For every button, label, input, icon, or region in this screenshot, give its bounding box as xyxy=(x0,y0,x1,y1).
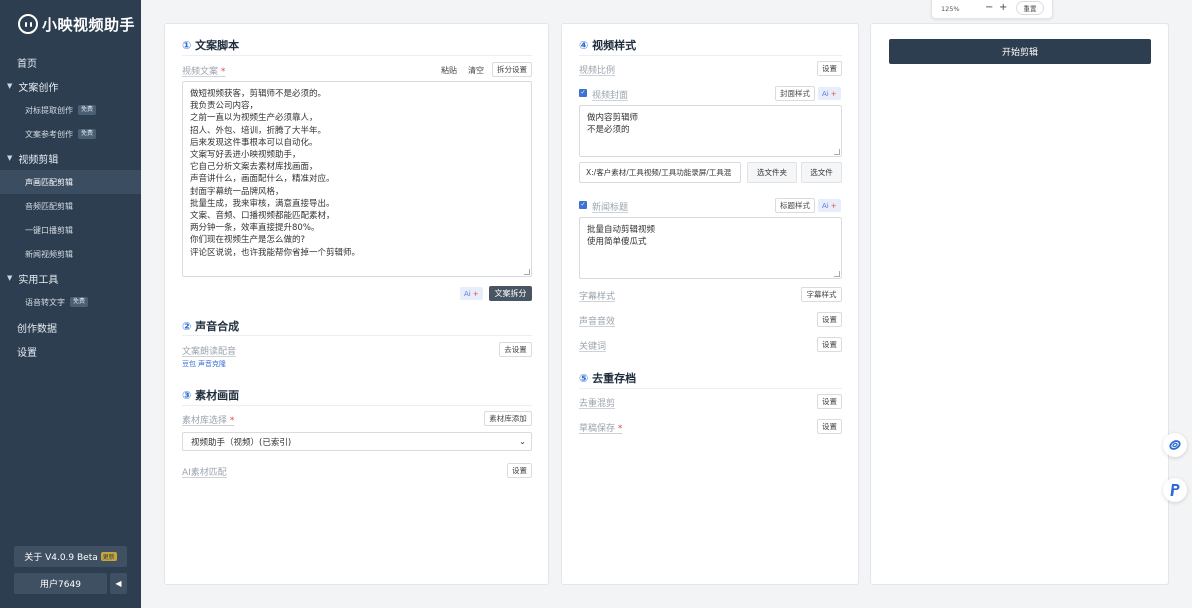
ratio-settings-button[interactable]: 设置 xyxy=(817,61,842,76)
update-badge: 更新 xyxy=(100,552,117,561)
sfx-settings-button[interactable]: 设置 xyxy=(817,312,842,327)
voice-settings-button[interactable]: 去设置 xyxy=(499,342,532,357)
cover-textarea[interactable]: 做内容剪辑师 不是必须的 xyxy=(579,105,842,157)
ai-badge[interactable]: Ai + xyxy=(818,87,841,100)
path-input[interactable]: X:/客户素材/工具视频/工具功能录屏/工具混 xyxy=(579,162,741,183)
choose-file-button[interactable]: 选文件 xyxy=(801,162,842,183)
zoom-level: 125% xyxy=(941,5,960,13)
free-tag: 免费 xyxy=(78,129,97,139)
divider xyxy=(182,55,532,56)
user-row: 用户7649 ◀ xyxy=(14,573,127,594)
resize-grip-icon[interactable] xyxy=(834,149,840,155)
nav-group-video-edit[interactable]: ▼ 视频剪辑 xyxy=(0,146,141,170)
app-title: 小映视频助手 xyxy=(42,15,136,34)
dedup-label: 去重混剪 xyxy=(579,399,616,409)
voice-link-doubao[interactable]: 豆包 xyxy=(182,359,196,369)
nav-speech-to-text[interactable]: 语音转文字 免费 xyxy=(0,290,141,314)
panel-script: ① 文案脚本 视频文案 * 粘贴 清空 拆分设置 做短视频获客，剪辑师不是必须的… xyxy=(164,23,549,585)
library-select[interactable]: 视频助手（视频）(已索引) ⌄ xyxy=(182,432,532,451)
section-title-voice: ② 声音合成 xyxy=(182,320,240,333)
keyword-label: 关键词 xyxy=(579,342,607,352)
zoom-in-button[interactable]: + xyxy=(999,2,1007,13)
cover-style-button[interactable]: 封面样式 xyxy=(775,86,815,101)
dedup-settings-button[interactable]: 设置 xyxy=(817,394,842,409)
nav-one-click-talk[interactable]: 一键口播剪辑 xyxy=(0,218,141,242)
nav-reference-copy[interactable]: 文案参考创作 免费 xyxy=(0,122,141,146)
free-tag: 免费 xyxy=(78,105,97,115)
chevron-down-icon: ⌄ xyxy=(519,437,526,446)
ai-badge[interactable]: Ai + xyxy=(818,199,841,212)
cover-checkbox[interactable]: ✓ xyxy=(579,89,587,97)
subtitle-style-button[interactable]: 字幕样式 xyxy=(801,287,842,302)
news-title-textarea[interactable]: 批量自动剪辑视频 使用简单傻瓜式 xyxy=(579,217,842,279)
subtitle-label: 字幕样式 xyxy=(579,292,616,302)
link-icon[interactable] xyxy=(1163,433,1187,457)
panel-video-style: ④ 视频样式 视频比例 设置 ✓ 视频封面 封面样式 Ai + 做内容剪辑师 不是… xyxy=(561,23,859,585)
free-tag: 免费 xyxy=(70,297,89,307)
draft-settings-button[interactable]: 设置 xyxy=(817,419,842,434)
panel-actions: 开始剪辑 xyxy=(870,23,1169,585)
nav-home[interactable]: 首页 xyxy=(0,50,141,74)
news-title-label: 新闻标题 xyxy=(592,203,629,213)
resize-grip-icon[interactable] xyxy=(834,271,840,277)
nav-group-tools[interactable]: ▼ 实用工具 xyxy=(0,266,141,290)
nav-audio-visual-match[interactable]: 声画匹配剪辑 xyxy=(0,170,141,194)
brand: 小映视频助手 xyxy=(0,0,141,48)
section-title-script: ① 文案脚本 xyxy=(182,39,240,52)
split-script-button[interactable]: 文案拆分 xyxy=(489,286,532,301)
script-textarea[interactable]: 做短视频获客，剪辑师不是必须的。 我负责公司内容， 之前一直以为视频生产必须靠人… xyxy=(182,81,532,277)
ai-match-label: AI素材匹配 xyxy=(182,468,227,478)
nav-settings[interactable]: 设置 xyxy=(0,339,141,363)
zoom-out-button[interactable]: − xyxy=(985,2,993,13)
about-button[interactable]: 关于 V4.0.9 Beta 更新 xyxy=(14,546,127,567)
app-logo-icon xyxy=(18,14,38,34)
caret-down-icon: ▼ xyxy=(7,154,13,162)
news-title-checkbox[interactable]: ✓ xyxy=(579,201,587,209)
voice-link-clone[interactable]: 声音克隆 xyxy=(198,359,226,369)
nav-creation-data[interactable]: 创作数据 xyxy=(0,315,141,339)
sidebar: 小映视频助手 首页 ▼ 文案创作 对标提取创作 免费 文案参考创作 免费 ▼ 视频剪辑 … xyxy=(0,0,141,608)
zoom-bar: 125% − + 重置 xyxy=(931,0,1053,19)
nav-news-video[interactable]: 新闻视频剪辑 xyxy=(0,242,141,266)
library-label: 素材库选择 * xyxy=(182,416,235,426)
divider xyxy=(182,335,532,336)
cover-label: 视频封面 xyxy=(592,91,629,101)
sfx-label: 声音音效 xyxy=(579,317,616,327)
caret-down-icon: ▼ xyxy=(7,274,13,282)
zoom-reset-button[interactable]: 重置 xyxy=(1016,1,1044,15)
user-button[interactable]: 用户7649 xyxy=(14,573,107,594)
nav-benchmark-extract[interactable]: 对标提取创作 免费 xyxy=(0,98,141,122)
clear-button[interactable]: 清空 xyxy=(468,65,484,76)
divider xyxy=(182,405,532,406)
draft-label: 草稿保存 * xyxy=(579,424,623,434)
ai-badge[interactable]: Ai + xyxy=(460,287,483,300)
sidebar-bottom: 关于 V4.0.9 Beta 更新 用户7649 ◀ xyxy=(14,546,127,594)
split-settings-button[interactable]: 拆分设置 xyxy=(492,62,532,77)
choose-folder-button[interactable]: 选文件夹 xyxy=(747,162,797,183)
script-label: 视频文案 * xyxy=(182,67,226,77)
caret-down-icon: ▼ xyxy=(7,82,13,90)
paste-button[interactable]: 粘贴 xyxy=(441,65,457,76)
voice-label: 文案朗读配音 xyxy=(182,347,237,357)
ai-match-settings-button[interactable]: 设置 xyxy=(507,463,532,478)
section-title-style: ④ 视频样式 xyxy=(579,39,637,52)
nav-group-copywriting[interactable]: ▼ 文案创作 xyxy=(0,74,141,98)
paypal-icon[interactable] xyxy=(1163,478,1187,502)
section-title-dedup: ⑤ 去重存档 xyxy=(579,372,637,385)
start-edit-button[interactable]: 开始剪辑 xyxy=(889,39,1151,64)
nav-audio-match[interactable]: 音频匹配剪辑 xyxy=(0,194,141,218)
collapse-sidebar-icon[interactable]: ◀ xyxy=(110,573,127,594)
title-style-button[interactable]: 标题样式 xyxy=(775,198,815,213)
ratio-label: 视频比例 xyxy=(579,66,616,76)
resize-grip-icon[interactable] xyxy=(524,269,530,275)
keyword-settings-button[interactable]: 设置 xyxy=(817,337,842,352)
add-library-button[interactable]: 素材库添加 xyxy=(484,411,532,426)
section-title-material: ③ 素材画面 xyxy=(182,389,240,402)
divider xyxy=(579,55,842,56)
divider xyxy=(579,388,842,389)
